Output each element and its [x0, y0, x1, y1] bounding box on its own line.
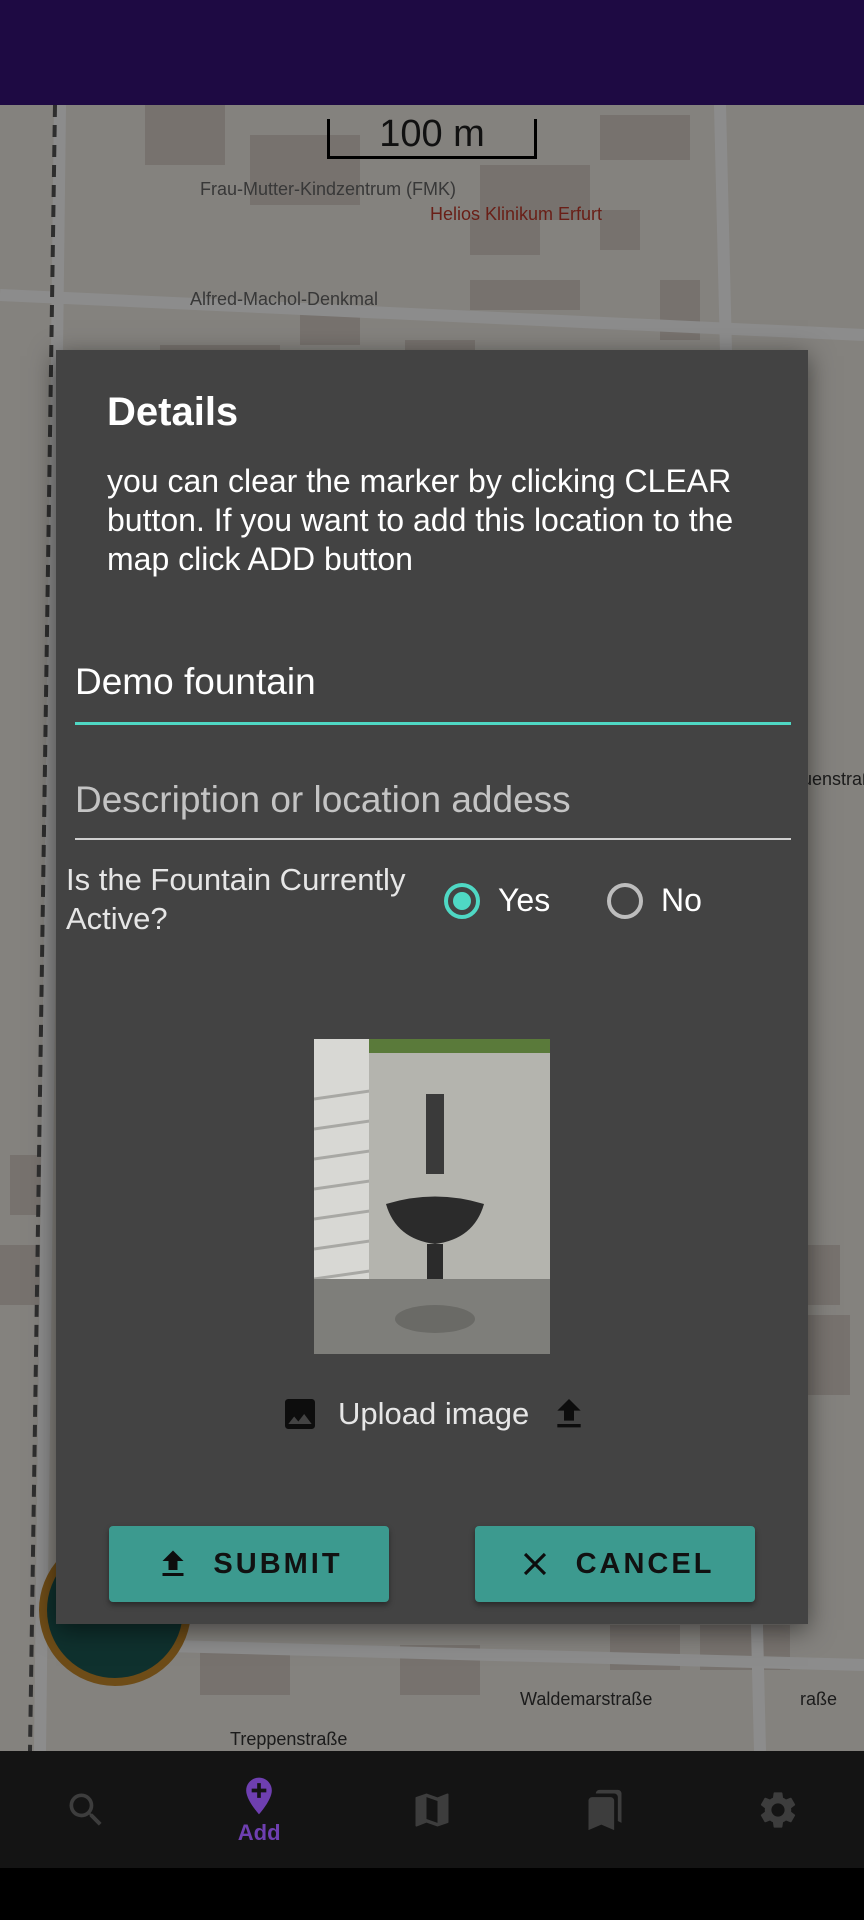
- settings-gear-icon: [760, 1791, 795, 1828]
- image-icon: [285, 1399, 315, 1429]
- cancel-button[interactable]: CANCEL: [475, 1526, 755, 1602]
- status-bar: [0, 0, 864, 105]
- close-icon: [523, 1552, 546, 1576]
- description-input[interactable]: [75, 770, 791, 838]
- bottom-navigation: Add: [0, 1751, 864, 1868]
- bookmarks-icon: [588, 1789, 622, 1830]
- radio-yes[interactable]: Yes: [444, 882, 550, 919]
- nav-add-label: Add: [237, 1819, 281, 1845]
- radio-no-label: No: [661, 882, 702, 918]
- radio-no[interactable]: No: [607, 882, 702, 919]
- upload-icon: [162, 1550, 184, 1576]
- radio-no-unchecked-icon[interactable]: [607, 882, 643, 919]
- upload-image-label: Upload image: [338, 1396, 530, 1431]
- fountain-photo: [314, 1039, 550, 1354]
- nav-settings[interactable]: [718, 1751, 838, 1868]
- name-field[interactable]: [75, 650, 791, 725]
- radio-yes-checked-icon[interactable]: [444, 882, 480, 919]
- dialog-title: Details: [107, 390, 239, 434]
- submit-label: SUBMIT: [213, 1547, 343, 1580]
- nav-map[interactable]: [372, 1751, 492, 1868]
- upload-icon: [557, 1399, 581, 1428]
- active-question-label: Is the Fountain Currently Active?: [66, 862, 406, 936]
- cancel-label: CANCEL: [575, 1547, 715, 1580]
- nav-search[interactable]: [26, 1751, 146, 1868]
- map-scale-label: 100 m: [379, 113, 485, 155]
- upload-image-button[interactable]: Upload image: [280, 1394, 589, 1434]
- search-icon: [69, 1793, 102, 1826]
- nav-add[interactable]: Add: [199, 1751, 319, 1868]
- description-field[interactable]: [75, 770, 791, 840]
- radio-yes-label: Yes: [498, 882, 551, 918]
- details-dialog: Details you can clear the marker by clic…: [56, 350, 808, 1624]
- submit-button[interactable]: SUBMIT: [109, 1526, 389, 1602]
- name-input[interactable]: [75, 650, 791, 722]
- map-icon: [415, 1793, 449, 1826]
- nav-bookmarks[interactable]: [545, 1751, 665, 1868]
- add-location-icon: [246, 1777, 273, 1814]
- dialog-message: you can clear the marker by clicking CLE…: [107, 463, 734, 577]
- system-gesture-bar: [0, 1868, 864, 1920]
- map-scale-bar: 100 m: [327, 113, 537, 159]
